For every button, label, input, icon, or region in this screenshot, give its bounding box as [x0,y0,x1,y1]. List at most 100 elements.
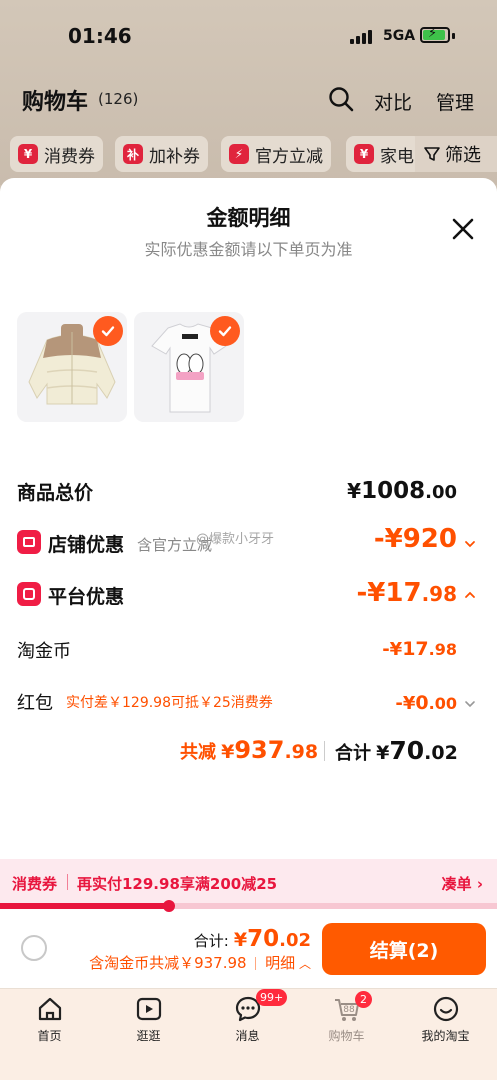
chip-label: 家电 [380,146,414,167]
close-icon[interactable] [450,216,476,242]
product-thumb-jacket[interactable] [17,312,127,422]
cart-count: (126) [98,90,139,108]
chip-appliance[interactable]: ¥ 家电 [346,136,422,172]
price-dec: .00 [428,694,457,713]
status-time: 01:46 [68,24,132,48]
cart-badge: 2 [355,991,372,1008]
battery-icon: ⚡ [420,26,450,43]
tab-label: 我的淘宝 [421,1029,470,1043]
platform-discount-value[interactable]: -¥17.98 [356,578,457,608]
tab-label: 逛逛 [136,1029,161,1043]
coins-value: -¥17.98 [382,638,457,660]
price-int: 17 [385,578,422,608]
price-prefix: -¥ [373,524,403,554]
subsidy-badge-icon: 补 [123,144,143,164]
redpack-label: 红包 [17,693,53,714]
price-int: 1008 [361,478,426,504]
total-dec: .02 [424,742,458,764]
chevron-up-icon: ︿ [295,957,311,971]
shop-icon [17,530,41,554]
tab-label: 消息 [235,1029,260,1043]
currency-sign: ¥ [347,479,362,503]
bottom-tab-bar: 首页 逛逛 99+ 消息 88 2 购物车 我的淘宝 [0,988,497,1080]
chip-consumer-coupon[interactable]: ¥ 消费券 [10,136,103,172]
price-prefix: -¥ [356,578,386,608]
coins-label: 淘金币 [17,641,71,662]
checked-icon [210,316,240,346]
saved-int: 937 [234,736,285,764]
currency-sign: ¥ [376,742,390,764]
message-badge: 99+ [256,989,288,1006]
coupon-progress-fill [0,903,169,909]
coupon-badge-icon: ¥ [354,144,374,164]
total-label: 合计 [335,743,371,764]
detail-link[interactable]: 明细 ︿ [265,954,311,972]
play-icon [136,997,162,1021]
lightning-badge-icon: ⚡ [229,144,249,164]
total-int: 70 [389,736,425,765]
divider [255,957,257,970]
tab-home[interactable]: 首页 [0,989,99,1059]
saved-label: 共减 [180,742,216,763]
chip-label: 加补券 [149,146,200,167]
search-icon[interactable] [328,86,354,112]
chip-label: 消费券 [44,146,95,167]
chevron-down-icon[interactable] [463,537,477,551]
checkout-saved-text: 含淘金币共减￥937.98 [89,954,247,972]
total-price-value: ¥1008.00 [347,478,457,504]
shop-discount-label: 店铺优惠 [48,534,125,556]
tab-browse[interactable]: 逛逛 [99,989,198,1059]
total-summary: 合计 ¥70.02 [335,736,458,765]
add-items-label: 凑单 [441,875,472,893]
coupon-label: 消费券 [12,875,58,893]
filter-button[interactable]: 筛选 [415,136,497,172]
tab-messages[interactable]: 99+ 消息 [198,989,297,1059]
amount-detail-sheet: 金额明细 实际优惠金额请以下单页为准 商品总价 ¥1008.00 店铺优惠 含官… [0,178,497,1080]
chevron-right-icon: › [476,875,483,893]
battery-tip [452,33,455,39]
checkout-total-dec: .02 [279,930,311,951]
sheet-subtitle: 实际优惠金额请以下单页为准 [144,240,353,259]
network-type: 5GA [383,28,416,44]
coupon-divider [67,874,68,890]
coupon-badge-icon: ¥ [18,144,38,164]
platform-discount-label: 平台优惠 [48,586,125,608]
price-int: 920 [402,524,457,554]
tab-cart[interactable]: 88 2 购物车 [297,989,396,1059]
coupon-text: 再实付129.98享满200减25 [77,875,278,893]
chip-official-discount[interactable]: ⚡ 官方立减 [221,136,331,172]
coupon-progress-bar [0,900,497,912]
chevron-up-icon[interactable] [463,588,477,602]
checkout-total-label: 合计: [193,932,229,950]
checkout-button[interactable]: 结算(2) [322,923,486,975]
add-items-link[interactable]: 凑单 › [442,873,483,894]
status-bar: 01:46 5GA ⚡ [0,22,497,52]
tab-label: 购物车 [328,1029,365,1043]
price-prefix: -¥ [395,693,416,714]
total-price-label: 商品总价 [17,482,94,504]
currency-sign: ¥ [233,929,248,951]
svg-text:88: 88 [343,1005,355,1015]
price-int: 17 [402,638,429,660]
tab-my-taobao[interactable]: 我的淘宝 [396,989,495,1059]
chevron-down-icon[interactable] [463,697,477,711]
platform-icon [17,582,41,606]
price-dec: .00 [425,482,457,503]
chip-subsidy-coupon[interactable]: 补 加补券 [115,136,208,172]
saved-dec: .98 [284,741,319,763]
coupon-progress-handle [162,900,175,912]
smile-icon [433,996,459,1022]
select-all-checkbox[interactable] [21,935,47,961]
checkout-total-int: 70 [247,926,280,952]
divider [324,741,325,761]
redpack-value[interactable]: -¥0.00 [395,692,457,714]
manage-link[interactable]: 管理 [436,88,474,115]
shop-discount-value[interactable]: -¥920 [374,524,457,554]
sheet-title: 金额明细 [206,206,291,230]
checked-icon [93,316,123,346]
signal-icon [350,28,372,44]
currency-sign: ¥ [221,741,235,763]
checkout-saved-line: 含淘金币共减￥937.98 明细 ︿ [89,952,311,973]
compare-link[interactable]: 对比 [374,88,412,115]
product-thumb-tshirt[interactable] [134,312,244,422]
